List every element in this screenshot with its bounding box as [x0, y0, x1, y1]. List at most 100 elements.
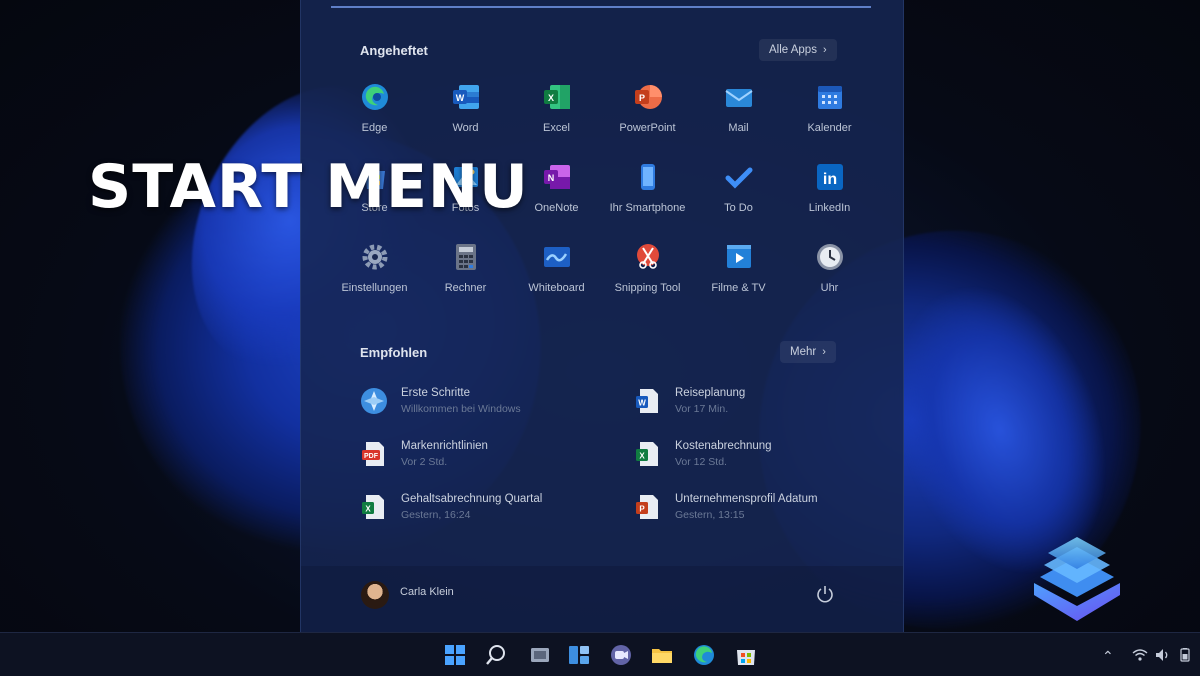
edge-icon[interactable]: [692, 643, 716, 667]
pinned-app-whiteboard[interactable]: Whiteboard: [511, 236, 602, 316]
word-doc-icon: W: [636, 389, 658, 413]
task-view-icon[interactable]: [528, 643, 552, 667]
user-name[interactable]: Carla Klein: [400, 586, 454, 598]
recommended-section-title: Empfohlen: [360, 345, 428, 360]
chat-icon[interactable]: [609, 643, 633, 667]
pinned-app-todo[interactable]: To Do: [693, 156, 784, 236]
svg-text:X: X: [365, 505, 371, 514]
app-label: Edge: [361, 122, 388, 134]
page-headline: START MENU: [88, 152, 529, 222]
chevron-right-icon: ›: [822, 44, 827, 56]
volume-icon[interactable]: [1155, 648, 1171, 662]
settings-icon: [362, 244, 387, 270]
recommended-item-title: Erste Schritte: [401, 387, 471, 399]
svg-text:PDF: PDF: [364, 453, 379, 460]
recommended-item-subtitle: Vor 17 Min.: [675, 403, 729, 415]
search-box-edge[interactable]: [331, 6, 871, 8]
wifi-icon[interactable]: [1132, 648, 1148, 662]
phone-icon: [640, 164, 655, 190]
recommended-item-travel-plan[interactable]: W Reiseplanung Vor 17 Min.: [633, 382, 893, 422]
linkedin-icon: in: [816, 164, 843, 190]
pinned-app-clock[interactable]: Uhr: [784, 236, 875, 316]
clock-icon: [816, 244, 843, 270]
pinned-app-linkedin[interactable]: in LinkedIn: [784, 156, 875, 236]
recommended-item-title: Kostenabrechnung: [675, 440, 772, 452]
app-label: Rechner: [444, 282, 487, 294]
recommended-item-brand-guidelines[interactable]: PDF Markenrichtlinien Vor 2 Std.: [359, 435, 619, 475]
svg-text:X: X: [639, 452, 645, 461]
recommended-item-title: Reiseplanung: [675, 387, 746, 399]
recommended-item-subtitle: Willkommen bei Windows: [401, 403, 521, 415]
recommended-item-get-started[interactable]: Erste Schritte Willkommen bei Windows: [359, 382, 619, 422]
pinned-app-snipping-tool[interactable]: Snipping Tool: [602, 236, 693, 316]
widgets-icon[interactable]: [567, 643, 591, 667]
recommended-item-expense-report[interactable]: X Kostenabrechnung Vor 12 Std.: [633, 435, 893, 475]
pinned-app-word[interactable]: W Word: [420, 76, 511, 156]
snipping-tool-icon: [636, 244, 659, 269]
recommended-item-company-profile[interactable]: P Unternehmensprofil Adatum Gestern, 13:…: [633, 488, 893, 528]
chevron-up-icon[interactable]: ⌃: [1102, 648, 1114, 665]
app-label: Snipping Tool: [614, 282, 681, 294]
start-menu: Angeheftet Alle Apps › Edge W Word X Exc…: [300, 0, 904, 632]
pinned-app-movies-tv[interactable]: Filme & TV: [693, 236, 784, 316]
svg-text:X: X: [547, 93, 553, 103]
pinned-app-edge[interactable]: Edge: [329, 76, 420, 156]
pinned-app-mail[interactable]: Mail: [693, 76, 784, 156]
search-icon[interactable]: [484, 643, 508, 667]
all-apps-button[interactable]: Alle Apps ›: [759, 39, 837, 61]
pinned-app-calculator[interactable]: Rechner: [420, 236, 511, 316]
layers-logo-icon: [1034, 537, 1120, 621]
power-icon[interactable]: [814, 583, 836, 605]
more-button[interactable]: Mehr ›: [780, 341, 836, 363]
pdf-icon: PDF: [362, 442, 384, 466]
more-label: Mehr: [790, 346, 817, 358]
svg-text:W: W: [638, 399, 646, 408]
svg-text:P: P: [639, 505, 645, 514]
app-label: Word: [452, 122, 479, 134]
recommended-item-title: Gehaltsabrechnung Quartal: [401, 493, 543, 505]
avatar[interactable]: [361, 581, 389, 609]
app-label: OneNote: [534, 202, 579, 214]
battery-icon[interactable]: [1178, 648, 1192, 662]
powerpoint-doc-icon: P: [636, 495, 658, 519]
movies-tv-icon: [726, 245, 751, 268]
pinned-app-calendar[interactable]: Kalender: [784, 76, 875, 156]
recommended-item-title: Unternehmensprofil Adatum: [675, 493, 818, 505]
pinned-app-powerpoint[interactable]: P PowerPoint: [602, 76, 693, 156]
store-icon[interactable]: [734, 643, 758, 667]
start-icon[interactable]: [443, 643, 467, 667]
taskbar: ⌃: [0, 632, 1200, 676]
onenote-icon: N: [543, 165, 570, 189]
todo-icon: [725, 167, 752, 189]
start-menu-footer: Carla Klein: [301, 566, 903, 632]
recommended-item-subtitle: Gestern, 16:24: [401, 509, 471, 521]
recommended-item-subtitle: Gestern, 13:15: [675, 509, 745, 521]
get-started-icon: [361, 388, 387, 414]
app-label: To Do: [724, 202, 753, 214]
pinned-app-phone[interactable]: Ihr Smartphone: [602, 156, 693, 236]
recommended-item-subtitle: Vor 2 Std.: [401, 456, 448, 468]
app-label: Ihr Smartphone: [609, 202, 686, 214]
excel-doc-icon: X: [362, 495, 384, 519]
app-label: Mail: [728, 122, 749, 134]
pinned-app-excel[interactable]: X Excel: [511, 76, 602, 156]
calculator-icon: [455, 244, 476, 270]
edge-icon: [361, 84, 388, 110]
recommended-item-payroll-quarter[interactable]: X Gehaltsabrechnung Quartal Gestern, 16:…: [359, 488, 619, 528]
app-label: Whiteboard: [528, 282, 585, 294]
whiteboard-icon: [543, 247, 570, 267]
pinned-app-settings[interactable]: Einstellungen: [329, 236, 420, 316]
recommended-item-title: Markenrichtlinien: [401, 440, 488, 452]
svg-text:N: N: [547, 173, 554, 183]
chevron-right-icon: ›: [822, 346, 826, 358]
mail-icon: [724, 89, 753, 107]
word-icon: W: [452, 85, 479, 109]
app-label: Uhr: [820, 282, 839, 294]
pinned-section-title: Angeheftet: [360, 43, 428, 58]
recommended-item-subtitle: Vor 12 Std.: [675, 456, 727, 468]
file-explorer-icon[interactable]: [650, 643, 674, 667]
powerpoint-icon: P: [634, 85, 662, 109]
excel-doc-icon: X: [636, 442, 658, 466]
svg-text:in: in: [822, 171, 836, 188]
calendar-icon: [817, 86, 842, 109]
